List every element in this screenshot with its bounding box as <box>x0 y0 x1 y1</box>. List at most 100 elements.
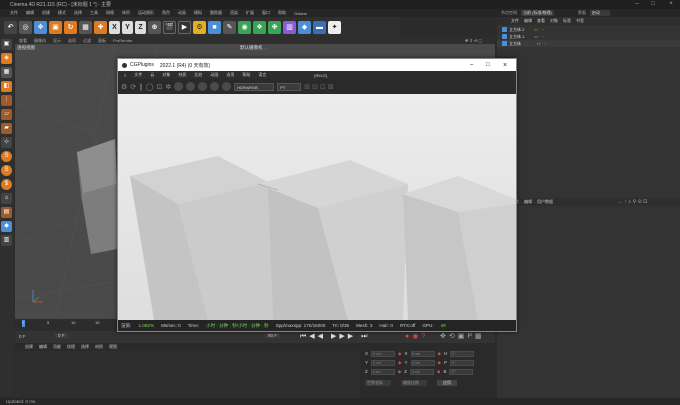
dlg-menu-options[interactable]: 选项 <box>226 72 234 78</box>
dlg-menu-language[interactable]: 语言 <box>258 72 266 78</box>
om-menu-file[interactable]: 文件 <box>511 18 519 24</box>
render-mode-select[interactable]: 当前 (标准/物理) <box>521 10 554 16</box>
refresh-icon[interactable]: ⟳ <box>130 83 136 91</box>
cloner-icon[interactable]: ❖ <box>253 20 266 34</box>
pause-icon[interactable]: ∥ <box>139 83 143 91</box>
menu-help[interactable]: 帮助 <box>278 10 286 16</box>
frame-current-field[interactable]: 0 F <box>55 333 68 338</box>
sphere-icon[interactable] <box>174 82 184 91</box>
object-row[interactable]: 立方体.1 ▪✓ ⁘ <box>497 33 680 40</box>
points-mode-icon[interactable]: ⋮ <box>1 95 12 106</box>
edges-mode-icon[interactable]: ▱ <box>1 109 12 120</box>
colorspace-select[interactable]: HDR/sRGB <box>234 82 275 91</box>
stop-icon[interactable]: ◯ <box>146 83 154 91</box>
live-select-icon[interactable]: ◎ <box>19 20 32 34</box>
undo-icon[interactable]: ↶ <box>4 20 17 34</box>
position-x-field[interactable]: 0 cm <box>371 350 396 357</box>
snapping-icon[interactable]: S <box>1 151 12 162</box>
rotation-p-field[interactable]: 0 ° <box>449 359 474 366</box>
tag-icon[interactable]: ⁘ <box>544 41 547 46</box>
render-picture-viewer-icon[interactable]: ▶ <box>178 20 191 34</box>
vp-menu-filter[interactable]: 过滤 <box>83 38 91 44</box>
am-menu-userdata[interactable]: 用户数据 <box>537 199 553 205</box>
mat-menu-texture[interactable]: 纹理 <box>67 344 75 350</box>
region-icon[interactable] <box>186 82 196 91</box>
field-icon[interactable]: ▥ <box>283 20 296 34</box>
texture-mode-icon[interactable]: ▦ <box>1 67 12 78</box>
cube-icon[interactable]: ■ <box>208 20 221 34</box>
picker-icon[interactable] <box>210 82 220 91</box>
lock-workplane-icon[interactable]: ⌂ <box>1 193 12 204</box>
menu-tracker[interactable]: 跟踪器 <box>210 10 222 16</box>
object-name[interactable]: 立方体 <box>509 41 521 47</box>
size-y-field[interactable]: 0 cm <box>410 359 435 366</box>
menu-mesh[interactable]: 网格 <box>106 10 114 16</box>
coord-apply-button[interactable]: 应用 <box>437 379 457 386</box>
dlg-menu-compare[interactable]: 比较 <box>194 72 202 78</box>
clay-icon[interactable] <box>222 82 232 91</box>
om-menu-tags[interactable]: 标签 <box>563 18 571 24</box>
dlg-hamburger-icon[interactable]: ≡ <box>124 73 126 78</box>
vp-menu-options[interactable]: 选项 <box>68 38 76 44</box>
y-axis-button[interactable]: Y <box>122 20 133 34</box>
om-menu-edit[interactable]: 编辑 <box>524 18 532 24</box>
focus-icon[interactable] <box>198 82 208 91</box>
om-menu-bookmarks[interactable]: 书签 <box>576 18 584 24</box>
menu-create[interactable]: 创建 <box>42 10 50 16</box>
menu-mograph[interactable]: 运动图形 <box>138 10 154 16</box>
visibility-icon[interactable]: ▪✓ <box>534 34 539 39</box>
menu-file[interactable]: 文件 <box>10 10 18 16</box>
vp-menu-prorender[interactable]: ProRender <box>113 38 132 43</box>
world-axis-icon[interactable]: ✚ <box>94 20 107 34</box>
menu-octane[interactable]: Octane <box>294 11 307 16</box>
move-icon[interactable]: ✥ <box>34 20 47 34</box>
render-view-icon[interactable]: 🎬 <box>163 20 176 34</box>
pen-icon[interactable]: ✎ <box>223 20 236 34</box>
close-icon[interactable]: × <box>664 0 678 9</box>
coord-space-select[interactable]: 世界坐标 <box>365 379 391 386</box>
mat-menu-select[interactable]: 选择 <box>81 344 89 350</box>
position-z-field[interactable]: 0 cm <box>370 368 395 375</box>
visibility-icon[interactable]: ▪✓ <box>537 41 542 46</box>
workplane-icon[interactable]: ◧ <box>1 81 12 92</box>
coordinate-system-icon[interactable]: ⊕ <box>148 20 161 34</box>
menu-character[interactable]: 角色 <box>162 10 170 16</box>
size-x-field[interactable]: 0 cm <box>410 350 435 357</box>
planar-icon[interactable]: ▥ <box>1 235 12 246</box>
frame-end-field[interactable]: 90 F <box>265 333 281 338</box>
frame-start-field[interactable]: 0 F <box>19 334 26 339</box>
menu-tools[interactable]: 工具 <box>90 10 98 16</box>
mat-menu-function[interactable]: 功能 <box>53 344 61 350</box>
z-axis-button[interactable]: Z <box>135 20 146 34</box>
floor-icon[interactable]: ◆ <box>298 20 311 34</box>
vp-menu-panel[interactable]: 面板 <box>98 38 106 44</box>
x-axis-button[interactable]: X <box>109 20 120 34</box>
settings-gear-icon[interactable]: ⚙ <box>121 83 127 91</box>
dialog-minimize-icon[interactable]: – <box>470 62 473 68</box>
mat-menu-view[interactable]: 视图 <box>109 344 117 350</box>
dlg-menu-cloud[interactable]: 云 <box>150 72 154 78</box>
menu-edit[interactable]: 编辑 <box>26 10 34 16</box>
subdivision-icon[interactable]: ◉ <box>238 20 251 34</box>
menu-volume[interactable]: 体积 <box>122 10 130 16</box>
am-menu-edit[interactable]: 编辑 <box>524 199 532 205</box>
render-settings-icon[interactable]: ⚙ <box>193 20 206 34</box>
make-editable-icon[interactable]: ▣ <box>1 39 12 50</box>
dialog-close-icon[interactable]: × <box>503 62 507 69</box>
polygons-mode-icon[interactable]: ▰ <box>1 123 12 134</box>
vp-menu-view[interactable]: 查看 <box>19 38 27 44</box>
menu-window[interactable]: 窗口 <box>262 10 270 16</box>
size-z-field[interactable]: 0 cm <box>409 368 434 375</box>
tag-icon[interactable]: ⁘ <box>541 34 544 39</box>
menu-select[interactable]: 选择 <box>74 10 82 16</box>
extra-tools-icon[interactable]: ⊞⊟⊡⊠ <box>304 83 335 91</box>
quantize-icon[interactable]: $ <box>1 179 12 190</box>
om-menu-object[interactable]: 对象 <box>550 18 558 24</box>
render-viewport[interactable] <box>118 94 516 320</box>
menu-mode[interactable]: 模式 <box>58 10 66 16</box>
vp-nav-icons[interactable]: ✥ ⇕ ⟲ ▢ <box>465 38 482 43</box>
model-mode-icon[interactable]: ◈ <box>1 53 12 64</box>
object-row[interactable]: 立方体.2 ▪✓ ⁘ <box>497 26 680 33</box>
menu-render[interactable]: 渲染 <box>230 10 238 16</box>
dlg-menu-material[interactable]: 材质 <box>178 72 186 78</box>
